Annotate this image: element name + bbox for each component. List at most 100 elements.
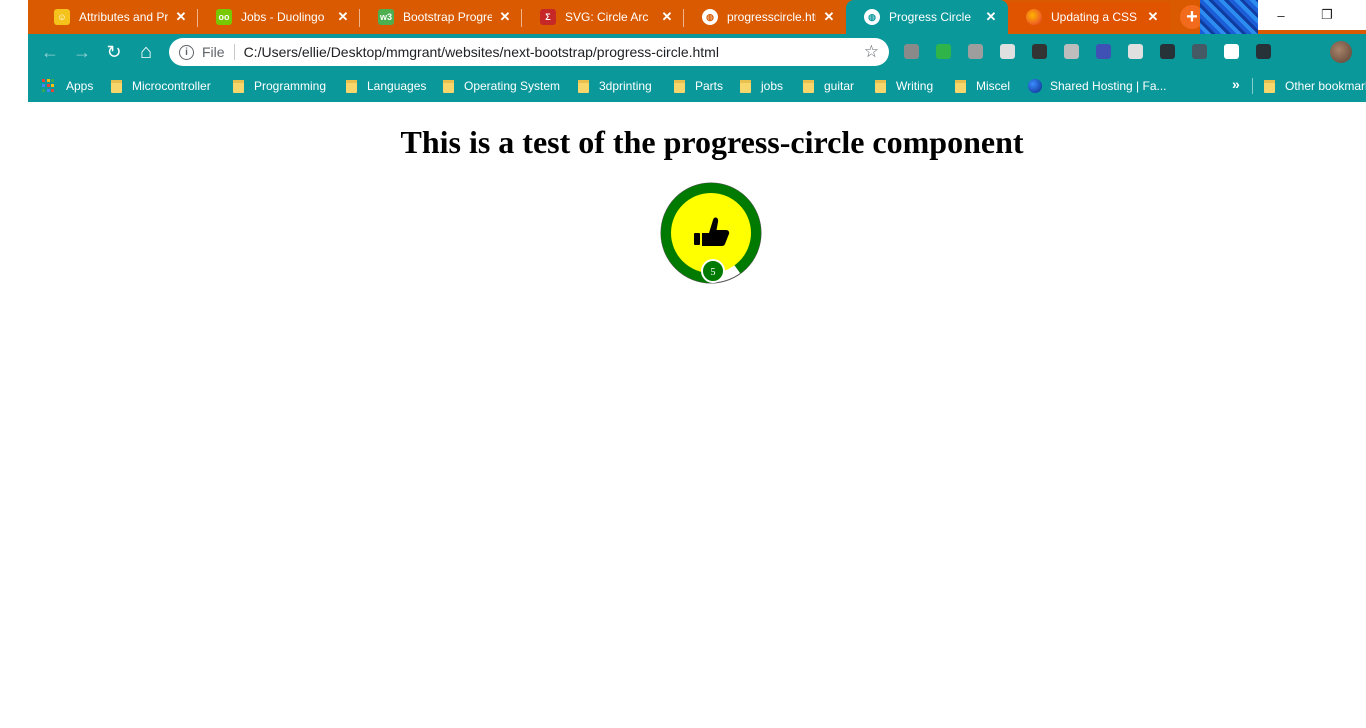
tab-svg-circle-arc[interactable]: Σ SVG: Circle Arc ✕ (522, 2, 684, 32)
minimize-button[interactable]: – (1258, 0, 1304, 30)
folder-icon (233, 79, 244, 93)
bookmark-other-bookmarks[interactable]: Other bookmarks (1264, 77, 1366, 95)
omnibox-divider (233, 44, 235, 60)
bookmark-label: Other bookmarks (1285, 79, 1366, 93)
emoji-face-icon: ☺ (54, 9, 70, 25)
tab-attributes[interactable]: ☺ Attributes and Pro ✕ (36, 2, 198, 32)
progress-circle: 5 (660, 182, 762, 284)
bookmark-label: jobs (761, 79, 784, 93)
back-button[interactable]: ← (38, 40, 62, 64)
window-edge (0, 0, 28, 34)
firefox-orb-icon (1026, 9, 1042, 25)
ext-icon-4[interactable] (1000, 44, 1015, 59)
bookmark-shared-hosting[interactable]: Shared Hosting | Fa... (1028, 77, 1167, 95)
tab-updating-css-var[interactable]: Updating a CSS Va ✕ (1008, 2, 1170, 32)
star-icon[interactable]: ☆ (864, 42, 879, 62)
reload-button[interactable]: ↻ (102, 40, 126, 64)
tab-title: SVG: Circle Arc (565, 10, 649, 24)
bookmark-label: Writing (896, 79, 934, 93)
bookmark-label: Apps (66, 79, 94, 93)
bookmark-folder-writing[interactable]: Writing (875, 77, 933, 95)
bookmark-label: Parts (695, 79, 724, 93)
tab-title: Jobs - Duolingo (241, 10, 325, 24)
site-favicon-icon (1028, 79, 1042, 93)
ext-icon-8[interactable] (1128, 44, 1143, 59)
close-icon[interactable]: ✕ (984, 9, 998, 25)
bookmark-label: guitar (824, 79, 855, 93)
page-title: This is a test of the progress-circle co… (400, 124, 1024, 160)
url-scheme-label: File (202, 44, 225, 60)
tab-strip: ☺ Attributes and Pro ✕ oo Jobs - Duoling… (0, 0, 1366, 34)
bookmark-folder-programming[interactable]: Programming (233, 77, 326, 95)
folder-icon (674, 79, 685, 93)
tab-bootstrap-progress[interactable]: w3 Bootstrap Progress ✕ (360, 2, 522, 32)
bookmark-folder-3dprinting[interactable]: 3dprinting (578, 77, 652, 95)
sigma-icon: Σ (540, 9, 556, 25)
bookmark-folder-operating-system[interactable]: Operating System (443, 77, 560, 95)
bookmarks-overflow-button[interactable]: » (1232, 76, 1240, 92)
bookmark-label: Microcontroller (132, 79, 211, 93)
bookmark-folder-microcontroller[interactable]: Microcontroller (111, 77, 211, 95)
ext-icon-11[interactable] (1224, 44, 1239, 59)
ext-icon-6[interactable] (1064, 44, 1079, 59)
restore-button[interactable]: ❐ (1304, 0, 1350, 30)
bookmark-label: Programming (254, 79, 327, 93)
duolingo-owl-icon: oo (216, 9, 232, 25)
tab-title: Updating a CSS Va (1051, 10, 1140, 24)
close-icon[interactable]: ✕ (174, 9, 188, 25)
w3-icon: w3 (378, 9, 394, 25)
ext-icon-12[interactable] (1256, 44, 1271, 59)
tab-jobs-duolingo[interactable]: oo Jobs - Duolingo ✕ (198, 2, 360, 32)
bookmark-label: Shared Hosting | Fa... (1050, 79, 1167, 93)
home-button[interactable]: ⌂ (134, 40, 158, 64)
browser-toolbar: ← → ↻ ⌂ i File C:/Users/ellie/Desktop/mm… (28, 34, 1366, 70)
ext-icon-5[interactable] (1032, 44, 1047, 59)
info-icon[interactable]: i (179, 44, 194, 60)
ext-icon-1[interactable] (904, 44, 919, 59)
progress-badge-value: 5 (711, 267, 716, 278)
close-icon[interactable]: ✕ (822, 9, 836, 25)
ext-icon-3[interactable] (968, 44, 983, 59)
folder-icon (955, 79, 966, 93)
folder-icon (740, 79, 751, 93)
address-bar[interactable]: i File C:/Users/ellie/Desktop/mmgrant/we… (169, 38, 889, 66)
bookmark-label: Operating System (464, 79, 561, 93)
folder-icon (111, 79, 122, 93)
close-window-button[interactable] (1350, 0, 1366, 30)
bookmark-folder-miscel[interactable]: Miscel (955, 77, 1010, 95)
folder-icon (803, 79, 814, 93)
tab-progress-circle[interactable]: ◍ Progress Circle ✕ (846, 0, 1008, 34)
folder-icon (346, 79, 357, 93)
close-icon[interactable]: ✕ (1146, 9, 1160, 25)
folder-icon (443, 79, 454, 93)
bookmark-folder-jobs[interactable]: jobs (740, 77, 783, 95)
tab-title: Attributes and Pro (79, 10, 168, 24)
globe-icon: ◍ (702, 9, 718, 25)
bookmark-folder-parts[interactable]: Parts (674, 77, 723, 95)
bookmarks-bar: Apps Microcontroller Programming Languag… (28, 70, 1366, 102)
bookmarks-separator (1252, 78, 1253, 94)
ext-icon-7[interactable] (1096, 44, 1111, 59)
close-icon[interactable]: ✕ (660, 9, 674, 25)
folder-icon (578, 79, 589, 93)
folder-icon (1264, 79, 1275, 93)
forward-button[interactable]: → (70, 40, 94, 64)
bookmark-folder-languages[interactable]: Languages (346, 77, 426, 95)
bookmark-apps[interactable]: Apps (42, 77, 93, 95)
bookmark-folder-guitar[interactable]: guitar (803, 77, 854, 95)
tab-progresscircle-htm[interactable]: ◍ progresscircle.htm ✕ (684, 2, 846, 32)
ext-icon-2[interactable] (936, 44, 951, 59)
apps-grid-icon (42, 79, 56, 93)
profile-avatar[interactable] (1330, 41, 1352, 63)
page-content: This is a test of the progress-circle co… (28, 102, 1366, 728)
ext-icon-10[interactable] (1192, 44, 1207, 59)
close-icon[interactable]: ✕ (336, 9, 350, 25)
bookmark-label: Miscel (976, 79, 1011, 93)
url-text[interactable]: C:/Users/ellie/Desktop/mmgrant/websites/… (244, 44, 864, 60)
globe-icon: ◍ (864, 9, 880, 25)
bookmark-label: Languages (367, 79, 427, 93)
theme-pattern (1200, 0, 1258, 34)
tab-title: progresscircle.htm (727, 10, 816, 24)
close-icon[interactable]: ✕ (498, 9, 512, 25)
ext-icon-9[interactable] (1160, 44, 1175, 59)
